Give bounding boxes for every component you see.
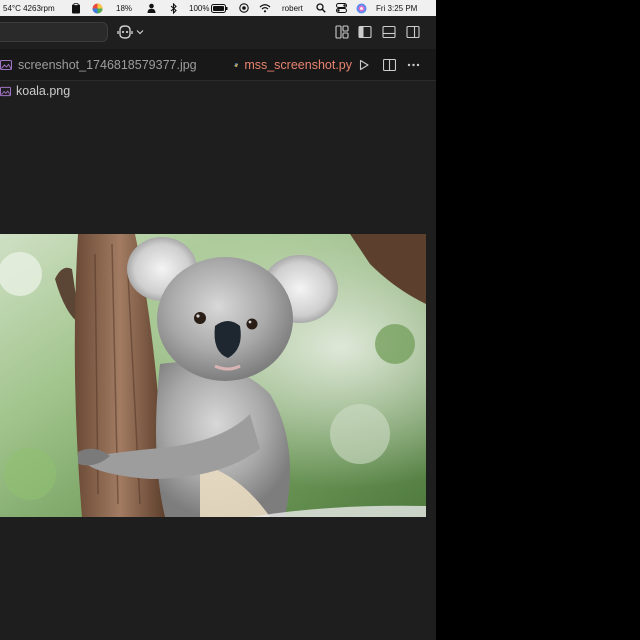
split-editor-icon: [383, 58, 396, 71]
battery-icon[interactable]: [211, 0, 228, 16]
command-center-search[interactable]: [0, 22, 108, 42]
editor-tab-bar: screenshot_1746818579377.jpg mss_screens…: [0, 49, 436, 81]
focus-icon[interactable]: [239, 0, 249, 16]
battery-percent[interactable]: 100%: [189, 0, 209, 16]
sensor-readout[interactable]: 54°C 4263rpm: [3, 0, 55, 16]
vscode-window: 54°C 4263rpm 18% 100% robert Fri 3:25 PM…: [0, 0, 436, 640]
copilot-icon: [117, 25, 133, 39]
siri-icon[interactable]: [356, 0, 367, 16]
image-file-icon: [0, 59, 12, 70]
tab-label: screenshot_1746818579377.jpg: [18, 57, 197, 72]
search-icon[interactable]: [316, 0, 326, 16]
person-icon[interactable]: [147, 0, 156, 16]
customize-layout-icon[interactable]: [335, 25, 349, 39]
python-file-icon: [234, 62, 239, 67]
bluetooth-icon[interactable]: [170, 0, 177, 16]
tab-mss-screenshot-py[interactable]: mss_screenshot.py: [234, 49, 352, 80]
play-icon: [359, 59, 369, 70]
toggle-primary-sidebar-icon[interactable]: [358, 25, 372, 39]
koala-photo: [0, 234, 426, 517]
breadcrumb[interactable]: koala.png: [0, 82, 70, 100]
menu-bar-clock[interactable]: Fri 3:25 PM: [376, 0, 417, 16]
user-name[interactable]: robert: [282, 0, 303, 16]
toggle-secondary-sidebar-icon[interactable]: [406, 25, 420, 39]
wifi-icon[interactable]: [259, 0, 271, 16]
chevron-down-icon: [136, 30, 144, 35]
image-file-icon: [0, 86, 11, 96]
title-bar: [0, 16, 436, 49]
color-wheel-icon[interactable]: [92, 0, 103, 16]
run-python-file-button[interactable]: [358, 49, 370, 80]
split-editor-button[interactable]: [383, 49, 396, 80]
copilot-menu-button[interactable]: [117, 24, 144, 40]
clipboard-icon[interactable]: [71, 0, 81, 16]
more-actions-button[interactable]: [407, 49, 420, 80]
breadcrumb-file-label: koala.png: [16, 84, 71, 98]
cpu-percent[interactable]: 18%: [116, 0, 132, 16]
ellipsis-icon: [407, 63, 420, 66]
tab-label: mss_screenshot.py: [244, 57, 352, 72]
image-preview: [0, 234, 426, 517]
tab-screenshot-jpg[interactable]: screenshot_1746818579377.jpg: [0, 49, 197, 80]
toggle-panel-icon[interactable]: [382, 25, 396, 39]
control-center-icon[interactable]: [336, 0, 347, 16]
macos-menu-bar: 54°C 4263rpm 18% 100% robert Fri 3:25 PM: [0, 0, 436, 16]
